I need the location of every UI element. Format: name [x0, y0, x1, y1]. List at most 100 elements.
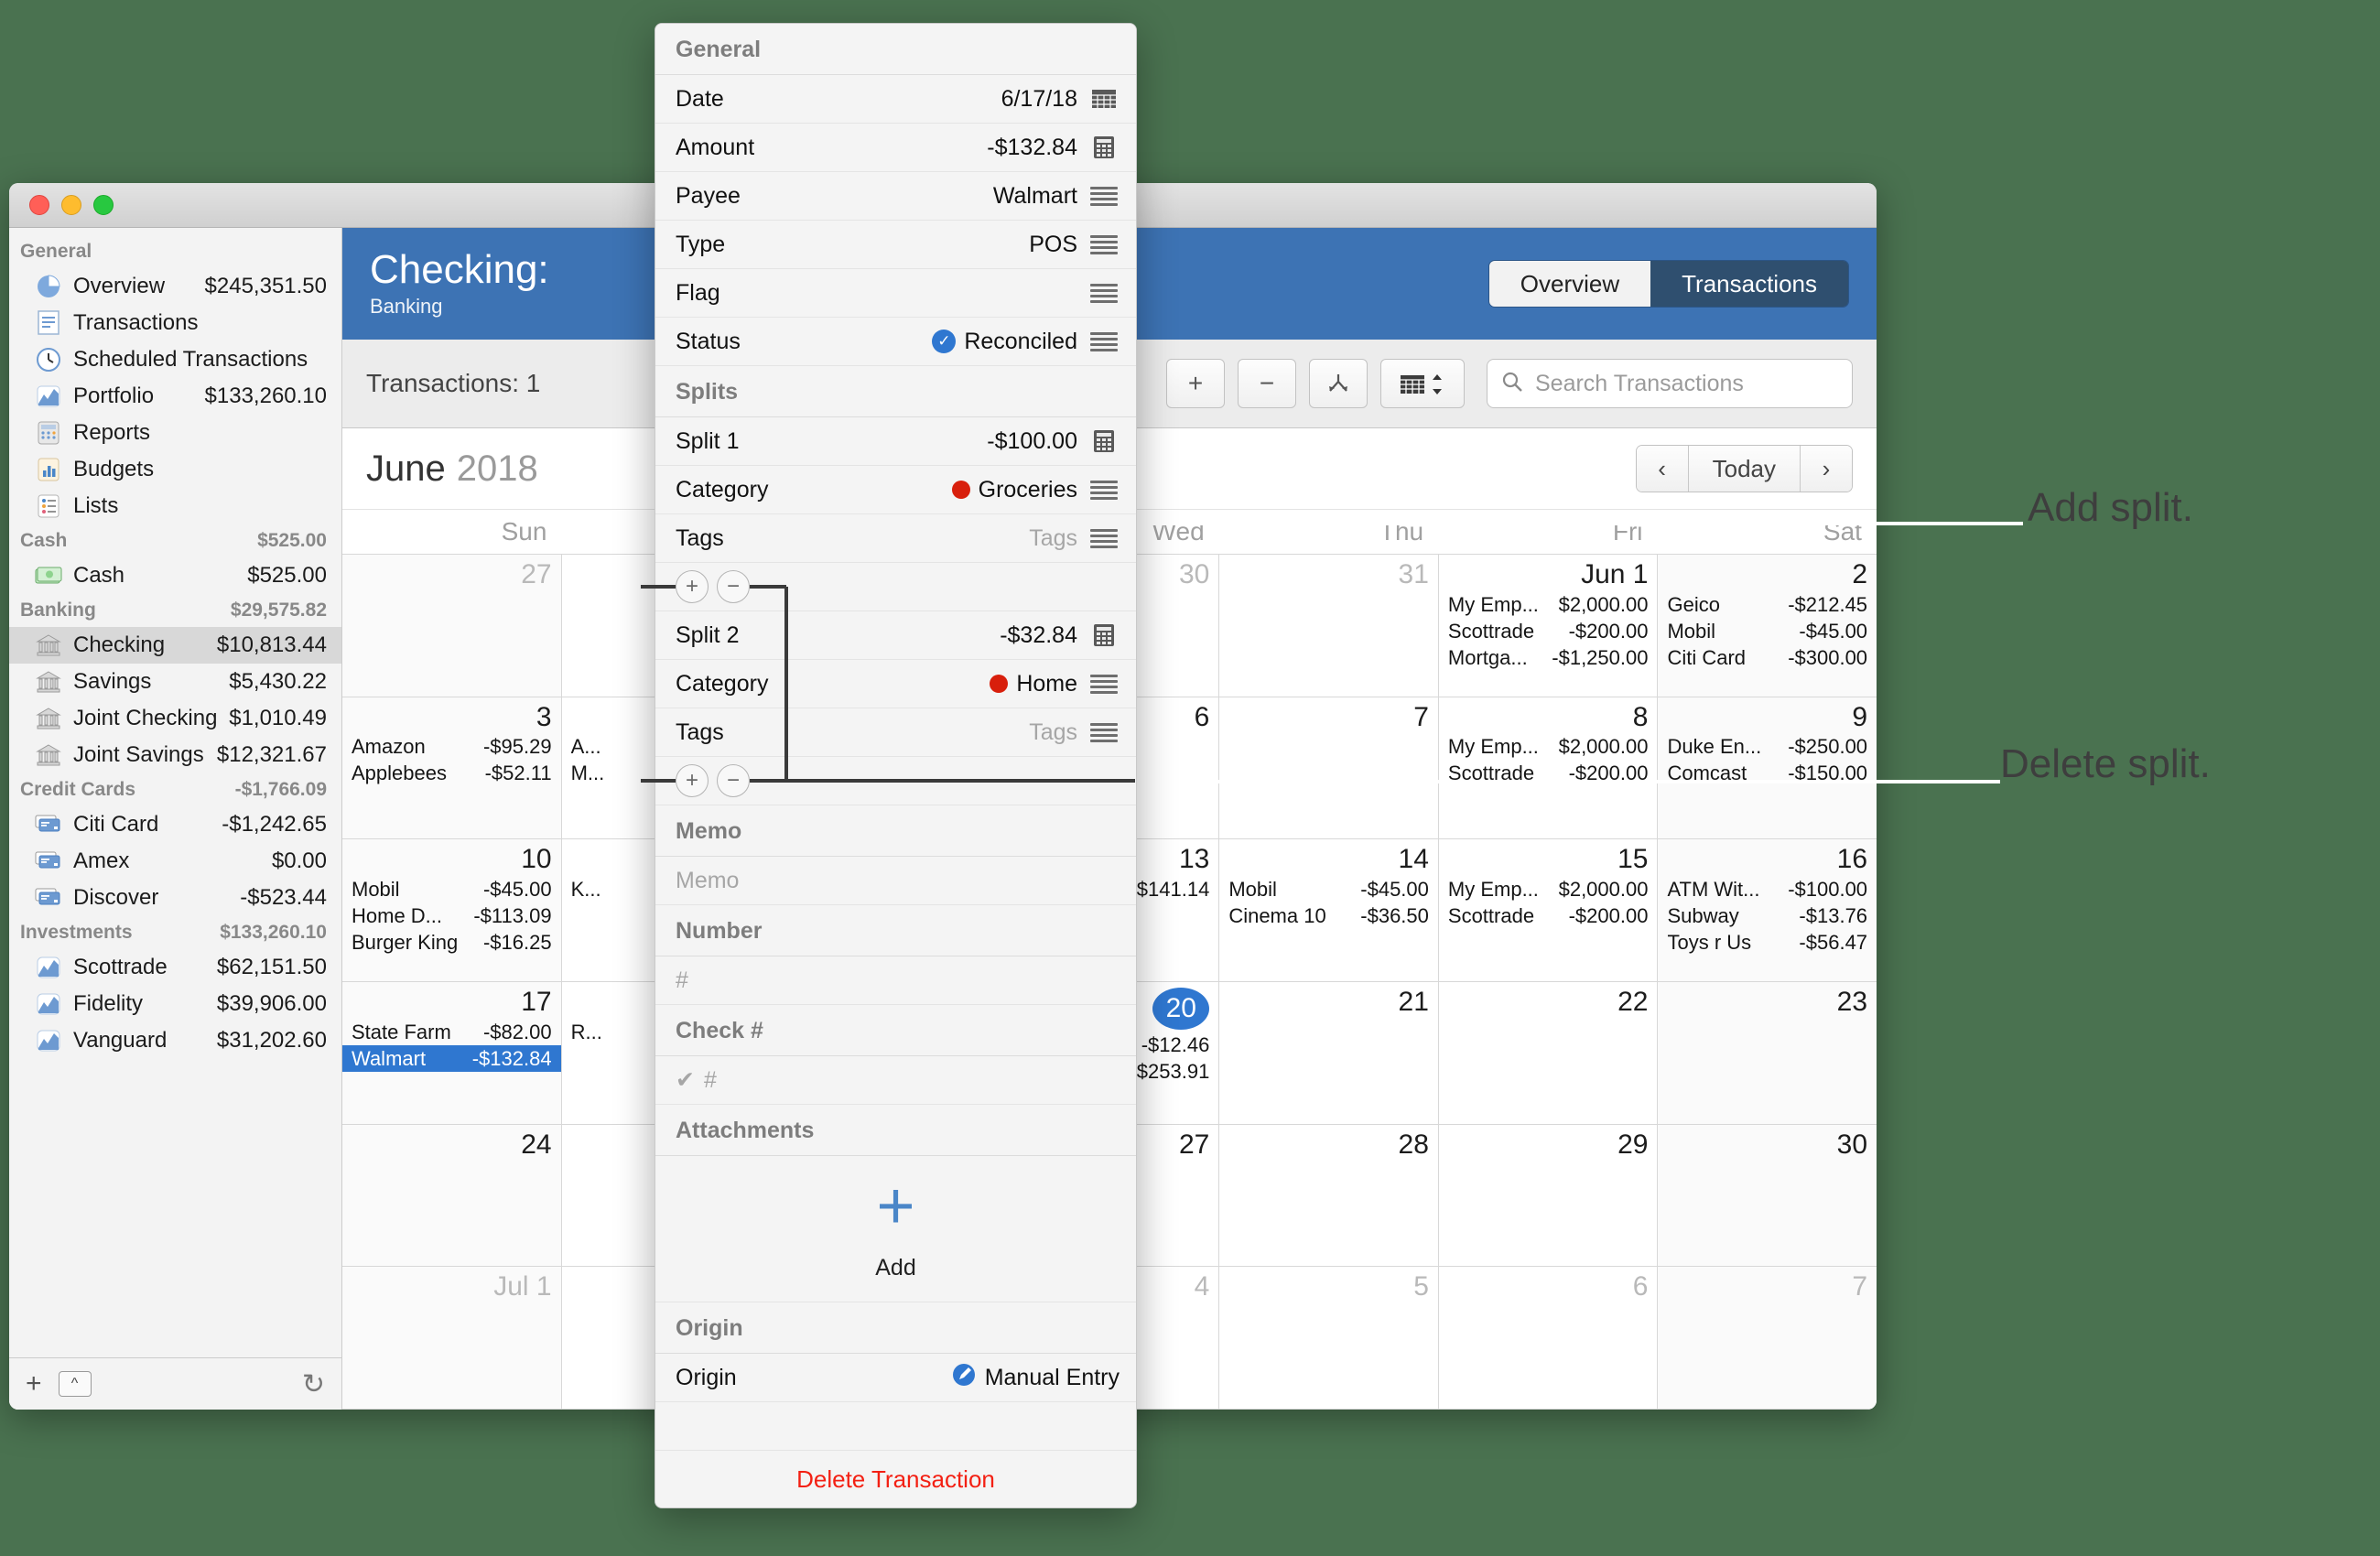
- calendar-day-cell[interactable]: 16 ATM Wit... -$100.00 Subway -$13.76 Toys r …: [1658, 839, 1877, 982]
- today-button[interactable]: Today: [1688, 446, 1801, 492]
- sidebar-item-overview[interactable]: Overview $245,351.50: [9, 268, 341, 305]
- popover-row-split1-amount[interactable]: Split 1 -$100.00: [655, 417, 1136, 466]
- calendar-transaction[interactable]: State Farm -$82.00: [352, 1019, 552, 1045]
- sidebar-item-discover[interactable]: Discover -$523.44: [9, 880, 341, 916]
- calendar-transaction[interactable]: Burger King -$16.25: [352, 929, 552, 956]
- popover-row-split1-tags[interactable]: Tags Tags: [655, 514, 1136, 563]
- sidebar-item-fidelity[interactable]: Fidelity $39,906.00: [9, 986, 341, 1022]
- calendar-day-cell[interactable]: 2 Geico -$212.45 Mobil -$45.00 Citi Card -$300…: [1658, 555, 1877, 697]
- calendar-stepper-icon[interactable]: [1380, 359, 1465, 408]
- calendar-transaction[interactable]: Subway -$13.76: [1667, 902, 1867, 929]
- delete-transaction-button[interactable]: Delete Transaction: [655, 1451, 1136, 1507]
- add-attachment-area[interactable]: + Add: [655, 1156, 1136, 1302]
- popover-row-memo[interactable]: Memo: [655, 857, 1136, 905]
- calendar-transaction[interactable]: Home D... -$113.09: [352, 902, 552, 929]
- remove-transaction-button[interactable]: −: [1238, 359, 1296, 408]
- calendar-transaction[interactable]: Cinema 10 -$36.50: [1228, 902, 1429, 929]
- sidebar-item-checking[interactable]: Checking $10,813.44: [9, 627, 341, 664]
- calendar-day-cell[interactable]: 27: [342, 555, 562, 697]
- sidebar-item-joint-savings[interactable]: Joint Savings $12,321.67: [9, 737, 341, 773]
- calendar-transaction[interactable]: Mortga... -$1,250.00: [1448, 644, 1649, 671]
- calendar-transaction[interactable]: Mobil -$45.00: [352, 876, 552, 902]
- list-lines-icon[interactable]: [1088, 186, 1120, 206]
- calendar-day-cell[interactable]: 8 My Emp... $2,000.00 Scottrade -$200.00: [1438, 697, 1659, 839]
- list-lines-icon[interactable]: [1088, 674, 1120, 694]
- calendar-transaction[interactable]: Mobil -$45.00: [1667, 618, 1867, 644]
- popover-row-date[interactable]: Date 6/17/18: [655, 75, 1136, 124]
- sidebar-item-scheduled-transactions[interactable]: Scheduled Transactions: [9, 341, 341, 378]
- list-lines-icon[interactable]: [1088, 722, 1120, 742]
- popover-row-origin[interactable]: Origin Manual Entry: [655, 1354, 1136, 1402]
- calendar-transaction[interactable]: Scottrade -$200.00: [1448, 618, 1649, 644]
- split-remove-button[interactable]: −: [717, 764, 750, 797]
- tab-overview[interactable]: Overview: [1488, 261, 1651, 307]
- sidebar-item-reports[interactable]: Reports: [9, 415, 341, 451]
- calendar-day-cell[interactable]: 5: [1219, 1267, 1439, 1410]
- list-lines-icon[interactable]: [1088, 480, 1120, 500]
- calendar-transaction[interactable]: My Emp... $2,000.00: [1448, 876, 1649, 902]
- calendar-transaction-selected[interactable]: Walmart -$132.84: [342, 1044, 561, 1072]
- sidebar-item-scottrade[interactable]: Scottrade $62,151.50: [9, 949, 341, 986]
- calendar-transaction[interactable]: Amazon -$95.29: [352, 733, 552, 760]
- minimize-window-button[interactable]: [61, 195, 81, 215]
- calendar-day-cell[interactable]: 9 Duke En... -$250.00 Comcast -$150.00: [1658, 697, 1877, 839]
- popover-row-split2-category[interactable]: Category Home: [655, 660, 1136, 708]
- calendar-transaction[interactable]: Toys r Us -$56.47: [1667, 929, 1867, 956]
- calendar-day-cell[interactable]: Jul 1: [342, 1267, 562, 1410]
- popover-row-type[interactable]: Type POS: [655, 221, 1136, 269]
- sidebar-item-portfolio[interactable]: Portfolio $133,260.10: [9, 378, 341, 415]
- calendar-transaction[interactable]: Geico -$212.45: [1667, 591, 1867, 618]
- list-lines-icon[interactable]: [1088, 234, 1120, 254]
- plus-icon[interactable]: +: [876, 1173, 914, 1239]
- calendar-day-cell[interactable]: 22: [1438, 982, 1659, 1124]
- sidebar-item-transactions[interactable]: Transactions: [9, 305, 341, 341]
- calendar-transaction[interactable]: ATM Wit... -$100.00: [1667, 876, 1867, 902]
- calendar-day-cell[interactable]: 10 Mobil -$45.00 Home D... -$113.09 Burger Ki…: [342, 839, 562, 982]
- sidebar-item-citi-card[interactable]: Citi Card -$1,242.65: [9, 806, 341, 843]
- calendar-day-cell[interactable]: 21: [1219, 982, 1439, 1124]
- calculator-icon[interactable]: [1088, 428, 1120, 454]
- popover-row-payee[interactable]: Payee Walmart: [655, 172, 1136, 221]
- popover-row-number[interactable]: #: [655, 956, 1136, 1005]
- calendar-day-cell[interactable]: 7: [1658, 1267, 1877, 1410]
- search-transactions-box[interactable]: [1487, 359, 1853, 408]
- refresh-icon[interactable]: ↻: [302, 1368, 325, 1400]
- calendar-day-cell[interactable]: 28: [1219, 1124, 1439, 1267]
- list-lines-icon[interactable]: [1088, 331, 1120, 351]
- search-input[interactable]: [1533, 369, 1839, 398]
- calendar-transaction[interactable]: Applebees -$52.11: [352, 760, 552, 786]
- calendar-day-cell[interactable]: 6: [1438, 1267, 1659, 1410]
- sidebar-item-cash[interactable]: Cash $525.00: [9, 557, 341, 594]
- popover-row-status[interactable]: Status ✓ Reconciled: [655, 318, 1136, 366]
- popover-row-split2-amount[interactable]: Split 2 -$32.84: [655, 611, 1136, 660]
- sidebar-item-joint-checking[interactable]: Joint Checking $1,010.49: [9, 700, 341, 737]
- calendar-day-cell[interactable]: 3 Amazon -$95.29 Applebees -$52.11: [342, 697, 562, 839]
- popover-row-split1-category[interactable]: Category Groceries: [655, 466, 1136, 514]
- sidebar-action-button[interactable]: ^: [58, 1371, 92, 1397]
- popover-row-check[interactable]: ✔ #: [655, 1056, 1136, 1105]
- calendar-transaction[interactable]: Scottrade -$200.00: [1448, 902, 1649, 929]
- calendar-day-cell[interactable]: 17 State Farm -$82.00 Walmart -$132.84: [342, 982, 562, 1124]
- sidebar-item-budgets[interactable]: Budgets: [9, 451, 341, 488]
- calendar-day-cell[interactable]: 31: [1219, 555, 1439, 697]
- popover-row-flag[interactable]: Flag: [655, 269, 1136, 318]
- calendar-day-cell[interactable]: Jun 1 My Emp... $2,000.00 Scottrade -$200.00…: [1438, 555, 1659, 697]
- sidebar-item-vanguard[interactable]: Vanguard $31,202.60: [9, 1022, 341, 1059]
- popover-row-amount[interactable]: Amount -$132.84: [655, 124, 1136, 172]
- next-period-button[interactable]: ›: [1801, 446, 1852, 492]
- calendar-day-cell[interactable]: 30: [1658, 1124, 1877, 1267]
- calendar-transaction[interactable]: My Emp... $2,000.00: [1448, 733, 1649, 760]
- add-transaction-button[interactable]: +: [1166, 359, 1225, 408]
- calendar-day-cell[interactable]: 14 Mobil -$45.00 Cinema 10 -$36.50: [1219, 839, 1439, 982]
- calendar-day-cell[interactable]: 7: [1219, 697, 1439, 839]
- calendar-transaction[interactable]: Duke En... -$250.00: [1667, 733, 1867, 760]
- calendar-transaction[interactable]: Citi Card -$300.00: [1667, 644, 1867, 671]
- calendar-transaction[interactable]: Mobil -$45.00: [1228, 876, 1429, 902]
- split-remove-button[interactable]: −: [717, 570, 750, 603]
- sidebar-item-lists[interactable]: Lists: [9, 488, 341, 524]
- calendar-day-cell[interactable]: 23: [1658, 982, 1877, 1124]
- calculator-icon[interactable]: [1088, 622, 1120, 648]
- split-add-button[interactable]: +: [676, 570, 709, 603]
- split-add-button[interactable]: +: [676, 764, 709, 797]
- sidebar-item-savings[interactable]: Savings $5,430.22: [9, 664, 341, 700]
